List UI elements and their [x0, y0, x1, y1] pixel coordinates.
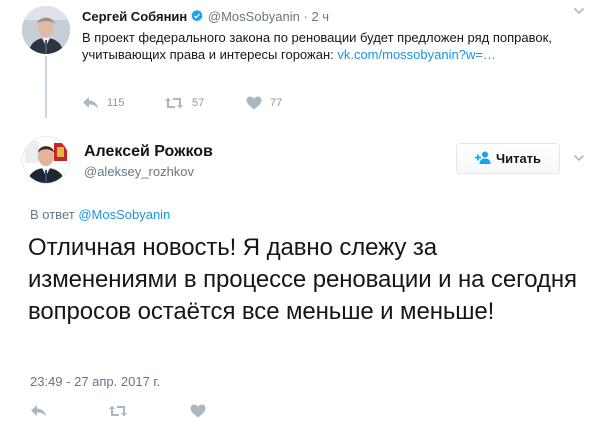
- parent-author-handle[interactable]: @MosSobyanin: [208, 9, 300, 24]
- focused-more-chevron-down-icon[interactable]: [572, 151, 586, 170]
- separator-dot: ·: [303, 9, 308, 24]
- parent-like-button[interactable]: 77: [246, 96, 282, 110]
- parent-tweet-text: В проект федерального закона по реноваци…: [82, 29, 582, 63]
- focused-reply-button[interactable]: [30, 404, 47, 418]
- focused-tweet-text: Отличная новость! Я давно слежу за измен…: [28, 234, 577, 325]
- like-count: 77: [270, 97, 283, 109]
- verified-badge-icon: [190, 9, 204, 27]
- follow-person-plus-icon: [474, 151, 491, 167]
- parent-timestamp[interactable]: 2 ч: [311, 9, 329, 24]
- avatar-image: [23, 137, 69, 183]
- parent-retweet-button[interactable]: 57: [164, 96, 204, 110]
- reply-icon: [82, 96, 99, 110]
- reply-prefix: В ответ: [30, 207, 75, 222]
- focused-retweet-button[interactable]: [108, 404, 128, 418]
- parent-tweet[interactable]: Сергей Собянин @MosSobyanin · 2 ч В прое…: [0, 0, 608, 122]
- reply-icon: [30, 404, 47, 418]
- parent-author-name[interactable]: Сергей Собянин: [82, 9, 187, 24]
- parent-more-chevron-down-icon[interactable]: [572, 4, 586, 23]
- parent-reply-button[interactable]: 115: [82, 96, 125, 110]
- retweet-icon: [108, 404, 128, 418]
- reply-context: В ответ @MosSobyanin: [30, 207, 170, 223]
- avatar-image: [22, 6, 70, 54]
- focused-author-handle[interactable]: @aleksey_rozhkov: [84, 164, 194, 180]
- reply-count: 115: [107, 97, 125, 109]
- thread-connector-line: [45, 56, 47, 118]
- parent-tweet-link[interactable]: vk.com/mossobyanin?w=…: [337, 47, 496, 62]
- focused-like-button[interactable]: [190, 404, 206, 418]
- heart-icon: [190, 404, 206, 418]
- reply-mention-link[interactable]: @MosSobyanin: [78, 207, 170, 222]
- follow-button[interactable]: Читать: [456, 143, 560, 174]
- focused-tweet-timestamp[interactable]: 23:49 - 27 апр. 2017 г.: [30, 374, 160, 390]
- heart-icon: [246, 96, 262, 110]
- focused-author-name[interactable]: Алексей Рожков: [84, 142, 213, 161]
- retweet-count: 57: [192, 97, 205, 109]
- parent-header: Сергей Собянин @MosSobyanin · 2 ч: [82, 9, 329, 27]
- focused-author-avatar[interactable]: [22, 136, 70, 184]
- parent-author-avatar[interactable]: [22, 6, 70, 54]
- retweet-icon: [164, 96, 184, 110]
- follow-button-label: Читать: [495, 151, 542, 166]
